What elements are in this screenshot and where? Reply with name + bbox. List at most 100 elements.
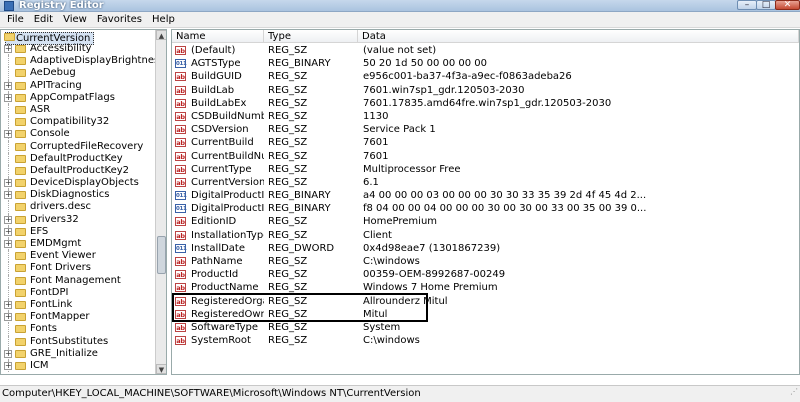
tree-item[interactable]: drivers.desc xyxy=(1,201,154,214)
minimize-button[interactable]: – xyxy=(737,0,757,10)
table-row[interactable]: ab (Default) REG_SZ (value not set) xyxy=(172,44,799,57)
expand-icon[interactable]: + xyxy=(4,130,12,139)
value-name-cell: SoftwareType xyxy=(191,321,259,333)
scroll-down-icon[interactable]: ▼ xyxy=(156,364,166,374)
tree-item[interactable]: DefaultProductKey xyxy=(1,152,154,165)
menu-view[interactable]: View xyxy=(58,12,92,28)
scroll-thumb[interactable] xyxy=(157,236,166,274)
table-row[interactable]: ab ProductId REG_SZ 00359-OEM-8992687-00249 xyxy=(172,268,799,281)
table-row[interactable]: 011 InstallDate REG_DWORD 0x4d98eae7 (13018… xyxy=(172,242,799,255)
table-row[interactable]: ab CurrentVersion REG_SZ 6.1 xyxy=(172,176,799,189)
expand-icon[interactable]: + xyxy=(4,179,12,188)
expand-icon[interactable]: + xyxy=(4,349,12,358)
value-name-cell: CurrentType xyxy=(191,163,252,175)
tree-item-label: DefaultProductKey2 xyxy=(30,164,129,176)
expand-icon[interactable]: + xyxy=(4,45,12,53)
expand-icon[interactable]: + xyxy=(4,313,12,322)
column-header-name[interactable]: Name xyxy=(172,30,264,43)
expand-icon[interactable]: + xyxy=(4,81,12,90)
tree-item[interactable]: ASR xyxy=(1,103,154,117)
tree-item[interactable]: + DiskDiagnostics xyxy=(1,189,154,202)
tree-item[interactable]: DefaultProductKey2 xyxy=(1,164,154,178)
tree-item[interactable]: Font Management xyxy=(1,274,154,287)
tree-list: + Accessibility AdaptiveDisplayBrightness A… xyxy=(1,43,164,373)
menu-bar: File Edit View Favorites Help xyxy=(0,12,800,28)
tree-item[interactable]: + DeviceDisplayObjects xyxy=(1,177,154,190)
table-row[interactable]: ab CSDVersion REG_SZ Service Pack 1 xyxy=(172,123,799,136)
menu-edit[interactable]: Edit xyxy=(29,12,58,28)
tree-item-label: DefaultProductKey xyxy=(30,152,123,164)
table-row[interactable]: 011 DigitalProductId REG_BINARY a4 00 00 00… xyxy=(172,189,799,202)
expand-icon[interactable]: + xyxy=(4,215,12,224)
menu-file[interactable]: File xyxy=(2,12,29,28)
scroll-up-icon[interactable]: ▲ xyxy=(156,30,166,40)
tree-item[interactable]: Compatibility32 xyxy=(1,116,154,129)
tree-item[interactable]: + APITracing xyxy=(1,79,154,92)
expand-icon[interactable]: + xyxy=(4,227,12,236)
folder-icon xyxy=(15,349,26,358)
table-row[interactable]: 011 AGTSType REG_BINARY 50 20 1d 50 00 00 0… xyxy=(172,57,799,70)
expand-icon[interactable]: + xyxy=(4,191,12,200)
menu-help[interactable]: Help xyxy=(147,12,180,28)
tree-item[interactable]: + EFS xyxy=(1,225,154,238)
folder-icon xyxy=(15,240,26,248)
table-row[interactable]: ab SoftwareType REG_SZ System xyxy=(172,321,799,334)
table-row[interactable]: ab CurrentBuild REG_SZ 7601 xyxy=(172,136,799,149)
resize-grip-icon[interactable]: ⋰ xyxy=(790,384,798,400)
tree-item[interactable]: + Console xyxy=(1,128,154,141)
tree-vertical-scrollbar[interactable]: ▲ ▼ xyxy=(155,30,166,374)
tree-connector-line xyxy=(8,335,9,348)
tree-item[interactable]: Event Viewer xyxy=(1,250,154,263)
tree-item-label: FontSubstitutes xyxy=(30,335,109,347)
string-value-icon: ab xyxy=(175,257,186,266)
values-list-pane[interactable]: Name Type Data ab (Default) REG_SZ (value n… xyxy=(171,29,800,375)
table-row[interactable]: ab PathName REG_SZ C:\windows xyxy=(172,255,799,268)
table-row[interactable]: ab EditionID REG_SZ HomePremium xyxy=(172,215,799,228)
table-row[interactable]: ab RegisteredOwner REG_SZ Mitul xyxy=(172,308,799,321)
table-row[interactable]: ab BuildLab REG_SZ 7601.win7sp1_gdr.120503-… xyxy=(172,84,799,97)
tree-item[interactable]: AeDebug xyxy=(1,67,154,80)
value-data-cell: e956c001-ba37-4f3a-a9ec-f0863adeba26 xyxy=(363,71,572,83)
table-row[interactable]: ab RegisteredOrgani... REG_SZ Allrounderz M… xyxy=(172,295,799,308)
expand-icon[interactable]: + xyxy=(4,361,12,370)
table-row[interactable]: ab BuildLabEx REG_SZ 7601.17835.amd64fre.wi… xyxy=(172,97,799,110)
tree-item[interactable]: + Drivers32 xyxy=(1,213,154,226)
tree-item[interactable]: + FontLink xyxy=(1,298,154,312)
tree-item[interactable]: + GRE_Initialize xyxy=(1,347,154,360)
column-header-data[interactable]: Data xyxy=(358,30,799,43)
tree-item[interactable]: + Accessibility xyxy=(1,43,154,56)
tree-item[interactable]: FontDPI xyxy=(1,286,154,299)
tree-item[interactable]: + EMDMgmt xyxy=(1,238,154,251)
table-row[interactable]: ab ProductName REG_SZ Windows 7 Home Premiu… xyxy=(172,281,799,294)
maximize-button[interactable]: □ xyxy=(756,0,776,10)
tree-item[interactable]: Font Drivers xyxy=(1,262,154,275)
table-row[interactable]: ab CurrentType REG_SZ Multiprocessor Free xyxy=(172,163,799,176)
column-header-type[interactable]: Type xyxy=(264,30,358,43)
value-data-cell: C:\windows xyxy=(363,256,420,267)
menu-favorites[interactable]: Favorites xyxy=(92,12,147,28)
table-row[interactable]: ab SystemRoot REG_SZ C:\windows xyxy=(172,334,799,347)
table-row[interactable]: ab BuildGUID REG_SZ e956c001-ba37-4f3a-a9ec… xyxy=(172,70,799,83)
value-data-cell: (value not set) xyxy=(363,45,437,56)
tree-item[interactable]: FontSubstitutes xyxy=(1,335,154,348)
tree-item[interactable]: CorruptedFileRecovery xyxy=(1,140,154,153)
expand-icon[interactable]: + xyxy=(4,240,12,248)
value-data-cell: 6.1 xyxy=(363,176,379,188)
expand-icon[interactable]: + xyxy=(4,300,12,309)
tree-item[interactable]: AdaptiveDisplayBrightness xyxy=(1,55,164,68)
tree-item[interactable]: Fonts xyxy=(1,323,154,336)
folder-icon xyxy=(15,288,26,297)
table-row[interactable]: ab CSDBuildNumber REG_SZ 1130 xyxy=(172,110,799,123)
tree-item[interactable]: + FontMapper xyxy=(1,311,154,324)
close-button[interactable]: ✕ xyxy=(775,0,800,10)
tree-item[interactable]: + ICM xyxy=(1,359,154,373)
key-tree-pane[interactable]: CurrentVersion + Accessibility AdaptiveDis… xyxy=(0,29,167,375)
table-row[interactable]: 011 DigitalProductId4 REG_BINARY f8 04 00 0… xyxy=(172,202,799,215)
string-value-icon: ab xyxy=(175,46,186,55)
expand-icon[interactable]: + xyxy=(4,93,12,102)
tree-item[interactable]: + AppCompatFlags xyxy=(1,91,154,104)
table-row[interactable]: ab CurrentBuildNumber REG_SZ 7601 xyxy=(172,150,799,163)
tree-item-label: Accessibility xyxy=(30,43,92,54)
value-type-cell: REG_SZ xyxy=(268,308,308,320)
table-row[interactable]: ab InstallationType REG_SZ Client xyxy=(172,229,799,242)
